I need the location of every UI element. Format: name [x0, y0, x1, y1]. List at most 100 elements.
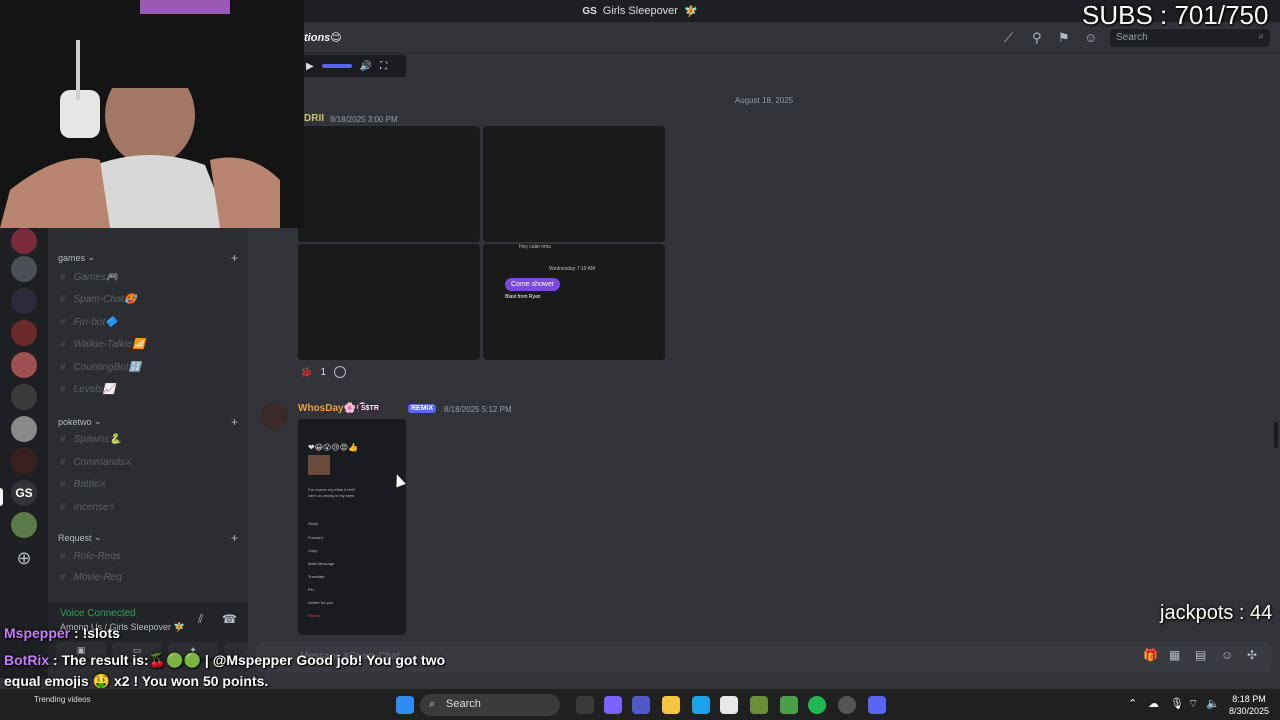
channel-commands[interactable]: # Commands⚔ — [60, 457, 132, 468]
image-attachment[interactable]: Hey cutie nmu Wednesday 7:10 AM Come sho… — [483, 244, 665, 360]
taskbar-search[interactable]: ⌕ Search — [420, 694, 560, 716]
date-separator: August 18, 2025 — [734, 96, 794, 105]
network-icon[interactable]: ⌔ — [1188, 697, 1198, 711]
channel-spawns[interactable]: # Spawns🐍 — [60, 434, 122, 445]
channel-walkie-talkie[interactable]: # Walkie-Talkie📶 — [60, 339, 145, 350]
server-icon[interactable] — [11, 288, 37, 314]
fullscreen-icon[interactable]: ⛶ — [380, 61, 387, 72]
onedrive-icon[interactable]: ☁ — [1148, 697, 1159, 710]
category-label: Request — [58, 532, 92, 543]
server-icon[interactable] — [11, 352, 37, 378]
image-attachment[interactable] — [483, 126, 665, 242]
server-abbr: GS — [582, 5, 597, 17]
image-attachment[interactable] — [298, 244, 480, 360]
apps-icon[interactable]: ✣ — [1247, 648, 1257, 662]
reaction-count[interactable]: 1 — [320, 367, 326, 378]
server-icon[interactable] — [11, 384, 37, 410]
phone-screenshot[interactable]: ❤😀😮😢😡👍 For everrrr my b!tch if he!!! can… — [298, 419, 406, 635]
window-title: Girls Sleepover — [602, 5, 678, 17]
avatar[interactable] — [260, 402, 288, 430]
teams-icon[interactable] — [632, 696, 650, 714]
category-request[interactable]: Request ⌄ + — [58, 531, 238, 545]
screenshot-bubble: Come shower — [505, 278, 561, 291]
copilot-icon[interactable] — [604, 696, 622, 714]
emoji-icon[interactable]: ☺ — [1221, 648, 1233, 662]
reactions: 🐞 1 — [300, 366, 347, 378]
role-tag: S$TR — [358, 404, 382, 413]
server-icon[interactable] — [11, 416, 37, 442]
gift-icon[interactable]: 🎁 — [1143, 648, 1158, 662]
start-icon[interactable] — [396, 696, 414, 714]
noise-suppression-icon[interactable]: ⫽ — [198, 612, 203, 627]
webcam-feed — [0, 0, 304, 228]
channel-title: tions😊 — [304, 32, 342, 44]
message-timestamp: 8/18/2025 3:00 PM — [330, 115, 398, 124]
server-icon[interactable] — [11, 320, 37, 346]
pin-icon[interactable]: ⚑ — [1058, 30, 1070, 46]
gif-icon[interactable]: ▦ — [1169, 648, 1180, 662]
channel-games[interactable]: # Games🎮 — [60, 272, 118, 283]
system-clock[interactable]: 8:18 PM 8/30/2025 — [1224, 693, 1274, 717]
category-games[interactable]: games ⌄ + — [58, 251, 238, 265]
image-attachment[interactable] — [298, 126, 480, 242]
scrollbar[interactable] — [1274, 422, 1278, 448]
screenshot-text: Hey cutie nmu — [519, 244, 551, 250]
store-icon[interactable] — [720, 696, 738, 714]
channel-movie-req[interactable]: # Movie-Req — [60, 572, 122, 583]
add-channel-icon[interactable]: + — [231, 531, 238, 545]
category-label: poketwo — [58, 416, 92, 427]
sticker-icon[interactable]: ▤ — [1195, 648, 1206, 662]
add-reaction-icon[interactable] — [334, 366, 347, 378]
disconnect-icon[interactable]: ☎ — [222, 612, 237, 626]
spotify-icon[interactable] — [808, 696, 826, 714]
channel-battle[interactable]: # Battle⚔ — [60, 479, 106, 490]
obs-icon[interactable] — [838, 696, 856, 714]
selected-server-pill — [0, 488, 3, 506]
stream-chat-line: BotRix : The result is:🍒🟢🟢 | @Mspepper G… — [4, 652, 445, 669]
member-list-icon[interactable]: ☺ — [1084, 30, 1097, 45]
channel-spam-chat[interactable]: # Spam-Chat🥵 — [60, 294, 137, 305]
server-icon[interactable] — [11, 512, 37, 538]
file-explorer-icon[interactable] — [662, 696, 680, 714]
server-icon[interactable] — [11, 228, 37, 254]
server-icon-gs[interactable]: GS — [11, 480, 37, 506]
volume-icon[interactable]: 🔊 — [360, 61, 372, 72]
task-view-icon[interactable] — [576, 696, 594, 714]
reaction-emoji[interactable]: 🐞 — [300, 367, 312, 378]
server-icon[interactable] — [11, 256, 37, 282]
screen: GS Girls Sleepover 🧚 GS ⊕ games ⌄ + # Gam… — [0, 0, 1280, 720]
subs-counter: SUBS : 701/750 — [1082, 0, 1269, 30]
volume-bar[interactable] — [321, 64, 352, 68]
message-author[interactable]: DRII — [304, 113, 324, 124]
jackpots-counter: jackpots : 44 — [1160, 602, 1273, 624]
edge-icon[interactable] — [692, 696, 710, 714]
threads-icon[interactable]: ⟋ — [1004, 30, 1013, 46]
search-icon: ⌕ — [1258, 31, 1264, 42]
app-icon[interactable] — [780, 696, 798, 714]
add-server-icon[interactable]: ⊕ — [11, 546, 37, 572]
channel-levels[interactable]: # Levels📈 — [60, 384, 115, 395]
add-channel-icon[interactable]: + — [231, 415, 238, 429]
minecraft-icon[interactable] — [750, 696, 768, 714]
channel-role-reqs[interactable]: # Role-Reqs — [60, 551, 121, 562]
message-timestamp: 8/18/2025 5:12 PM — [444, 405, 512, 414]
channel-fm-bot[interactable]: # Fm-bot🔷 — [60, 317, 118, 328]
add-channel-icon[interactable]: + — [231, 251, 238, 265]
widgets-trending[interactable]: Trending videos — [34, 695, 91, 704]
image-grid: Hey cutie nmu Wednesday 7:10 AM Come sho… — [298, 126, 665, 360]
channel-incense[interactable]: # Incense⚡ — [60, 502, 116, 513]
notification-mute-icon[interactable]: ⚲ — [1032, 30, 1042, 46]
chat-text: : The result is:🍒🟢🟢 | @Mspepper Good job… — [49, 652, 446, 668]
discord-icon[interactable] — [868, 696, 886, 714]
server-icon[interactable] — [11, 448, 37, 474]
play-icon[interactable]: ▶ — [306, 61, 314, 72]
category-poketwo[interactable]: poketwo ⌄ + — [58, 415, 238, 429]
volume-icon[interactable]: 🔈 — [1206, 697, 1220, 710]
microphone-icon[interactable]: 🎙 — [1170, 697, 1184, 710]
tray-overflow-icon[interactable]: ⌃ — [1128, 697, 1137, 710]
taskbar: Trending videos ⌕ Search ⌃ ☁ 🎙 ⌔ 🔈 8:18 … — [0, 688, 1280, 720]
search-input[interactable]: Search ⌕ — [1110, 29, 1270, 47]
chat-user: Mspepper — [4, 625, 71, 641]
webcam-figure — [0, 0, 304, 228]
channel-countingbot[interactable]: # CountingBot🔢 — [60, 362, 141, 373]
